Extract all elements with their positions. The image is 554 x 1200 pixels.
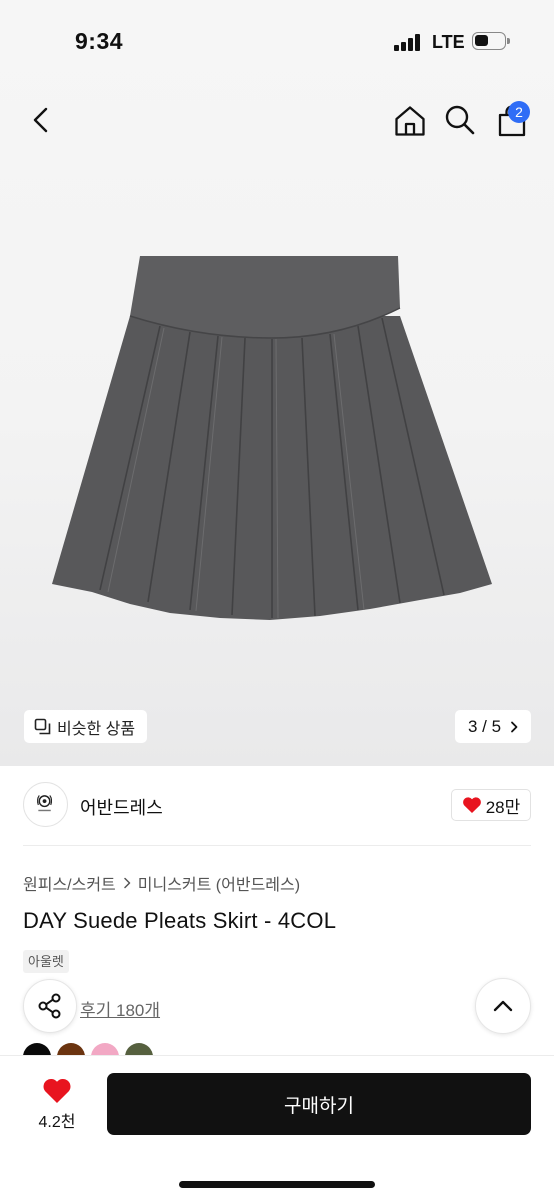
- buy-button-label: 구매하기: [284, 1095, 354, 1117]
- review-link[interactable]: 후기 180개: [80, 996, 160, 1021]
- status-bar: 9:34 LTE: [0, 0, 554, 80]
- similar-products-button[interactable]: 비슷한 상품: [24, 710, 148, 743]
- image-counter-label: 3 / 5: [467, 716, 502, 736]
- buy-button[interactable]: 구매하기: [107, 1073, 531, 1135]
- image-counter[interactable]: 3 / 5: [455, 710, 531, 743]
- share-icon: [38, 993, 61, 1019]
- search-icon: [445, 105, 475, 135]
- shop-like-count: 28만: [485, 797, 521, 817]
- product-title: DAY Suede Pleats Skirt - 4COL: [23, 908, 337, 933]
- search-button[interactable]: [444, 104, 476, 136]
- chevron-left-icon: [33, 107, 48, 133]
- chevron-right-icon: [511, 721, 518, 732]
- breadcrumb-category[interactable]: 원피스/스커트: [23, 871, 116, 895]
- product-gallery[interactable]: 9:34 LTE 2 비슷한 상품 3 / 5: [0, 0, 554, 766]
- share-button[interactable]: [23, 979, 77, 1033]
- heart-icon: [43, 1078, 71, 1103]
- home-indicator: [179, 1181, 375, 1188]
- chevron-right-icon: [124, 877, 131, 889]
- shop-like-button[interactable]: 28만: [451, 789, 531, 821]
- breadcrumb: 원피스/스커트 미니스커트 (어반드레스): [23, 871, 300, 895]
- chevron-up-icon: [493, 1000, 513, 1012]
- breadcrumb-subcategory[interactable]: 미니스커트 (어반드레스): [138, 871, 300, 895]
- wishlist-count: 4.2천: [38, 1114, 76, 1131]
- shop-name[interactable]: 어반드레스: [80, 794, 163, 820]
- shop-logo-icon: [36, 795, 53, 812]
- product-image[interactable]: [40, 246, 500, 646]
- copy-icon: [34, 718, 51, 735]
- shop-logo[interactable]: [23, 782, 68, 827]
- scroll-top-button[interactable]: [475, 978, 531, 1034]
- network-label: LTE: [432, 32, 465, 52]
- divider: [23, 845, 531, 846]
- home-icon: [395, 106, 425, 136]
- status-time: 9:34: [75, 28, 124, 54]
- home-button[interactable]: [393, 104, 427, 138]
- heart-icon: [462, 797, 481, 813]
- signal-icon: [394, 33, 422, 51]
- cart-badge: 2: [508, 101, 530, 123]
- similar-products-label: 비슷한 상품: [57, 720, 136, 738]
- battery-icon: [472, 32, 510, 50]
- outlet-tag: 아울렛: [23, 950, 69, 973]
- back-button[interactable]: [26, 104, 58, 136]
